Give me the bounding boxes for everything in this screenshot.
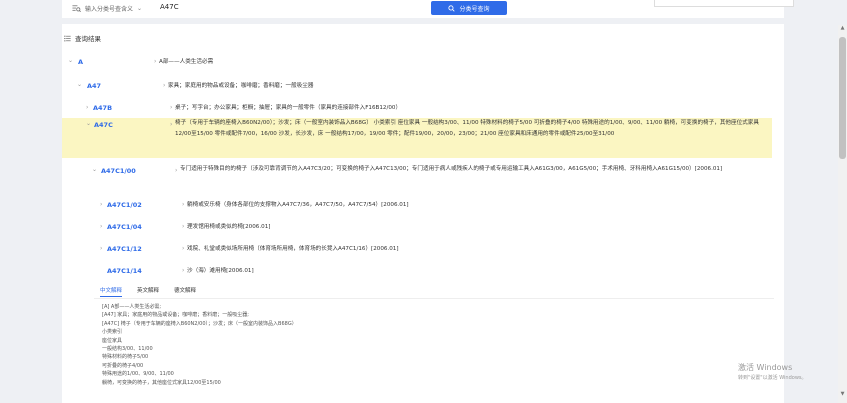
tabs-divider [94,298,774,299]
tree-row-a47c1-02[interactable]: › A47C1/02 › 躺椅或安乐椅（身体各部位的支撑物入A47C7/36，A… [62,197,772,215]
chevron-down-icon[interactable]: ⌄ [92,166,97,173]
tree-desc: 家具；家庭用的物品或设备；咖啡磨；香料磨；一般吸尘器 [168,83,314,89]
tree-row-a47c1-04[interactable]: › A47C1/04 › 理发馆用椅或类似的椅[2006.01] [62,219,772,237]
detail-line: 一般结构3/00、11/00 [102,346,153,353]
detail-line: 躺椅，可变换的椅子，其他座位式家具12/00至15/00 [102,379,221,386]
chevron-right-icon: › [182,267,185,274]
tree-code[interactable]: A47C1/12 [107,245,142,253]
scroll-thumb[interactable] [839,37,846,159]
list-icon [64,35,71,41]
detail-line: [A] A部——人类生活必需; [102,304,162,310]
tree-code[interactable]: A47 [87,82,101,90]
tree-row-a47[interactable]: ⌄ A47 › 家具；家庭用的物品或设备；咖啡磨；香料磨；一般吸尘器 [62,78,772,96]
chevron-right-icon: › [182,201,185,208]
chevron-right-icon[interactable]: › [100,201,102,208]
detail-line: [A47C] 椅子（专用于车辆的座椅入B60N2/00）；沙发；床（一般室内装饰… [102,320,297,327]
chevron-right-icon: › [154,58,157,65]
tree-code[interactable]: A47C1/04 [107,223,142,231]
tree-row-a[interactable]: ⌄ A › A部——人类生活必需 [62,54,772,72]
tab-chinese[interactable]: 中文解释 [100,286,123,297]
chevron-right-icon[interactable]: › [86,104,88,111]
chevron-down-icon[interactable]: ⌄ [68,57,73,64]
scroll-down-arrow-icon[interactable]: ▼ [838,391,847,397]
tree-row-a47c1-00[interactable]: ⌄ A47C1/00 › 专门适用于特殊目的的椅子（涉及可靠背调节的入A47C3… [62,164,772,192]
tree-desc: 椅子（专用于车辆的座椅入B60N2/00）；沙发；床（一般室内装饰品入B68G）… [175,120,759,137]
explanation-detail: [A] A部——人类生活必需; [A47] 家具；家庭用的物品或设备；咖啡磨；香… [102,303,297,387]
detail-line: 特殊用途的1/00、9/00、11/00 [102,371,174,378]
chevron-right-icon: › [170,104,173,111]
tree-code[interactable]: A47C1/14 [107,267,142,275]
tree-desc: 沙（海）滩用椅[2006.01] [187,268,254,274]
detail-line: 可折叠的椅子4/00 [102,362,144,369]
chevron-right-icon: › [182,245,185,252]
search-list-icon [72,4,81,12]
results-title: 查询结果 [64,33,101,43]
classification-type-label: 输入分类号查含义 [85,5,134,13]
watermark-title: 激活 Windows [738,363,793,372]
results-title-text: 查询结果 [75,35,101,43]
results-panel: 查询结果 ⌄ A › A部——人类生活必需 ⌄ A47 › 家具；家庭用的物品或… [62,24,784,403]
tree-row-a47b[interactable]: › A47B › 桌子；写字台；办公家具；柜橱；抽屉；家具的一般零件（家具的连接… [62,100,772,118]
detail-line: 小类索引 [102,329,123,336]
top-right-dropdown [654,0,794,7]
windows-activation-watermark: 激活 Windows 转到"设置"以激活 Windows。 [738,362,807,381]
tree-desc: 专门适用于特殊目的的椅子（涉及可靠背调节的入A47C3/20；可变换的椅子入A4… [180,166,723,172]
detail-line: 座位家具 [102,337,123,344]
search-bar: 输入分类号查含义 ⌄ A47C 分类号查询 [62,0,794,18]
chevron-right-icon: › [170,121,173,128]
chevron-right-icon: › [182,223,185,230]
page-scrollbar[interactable]: ▲ ▼ [838,25,847,403]
tree-code[interactable]: A [78,58,83,66]
explanation-tabs: 中文解释 英文解释 德文解释 [100,286,196,297]
detail-line: 特殊材料的椅子5/00 [102,354,149,361]
tree-code[interactable]: A47C [94,121,113,129]
tree-desc: 戏院、礼堂或类似场所用椅（体育场所用椅，体育场的长凳入A47C1/16）[200… [187,246,399,252]
chevron-down-icon: ⌄ [137,4,143,12]
tree-desc: 理发馆用椅或类似的椅[2006.01] [187,224,271,230]
tree-code[interactable]: A47B [93,104,112,112]
tree-row-a47c[interactable]: ⌄ A47C › 椅子（专用于车辆的座椅入B60N2/00）；沙发；床（一般室内… [62,118,772,158]
chevron-right-icon: › [163,82,166,89]
tree-code[interactable]: A47C1/00 [101,167,136,175]
search-input[interactable]: A47C [160,3,179,11]
search-button-label: 分类号查询 [459,5,490,13]
chevron-down-icon[interactable]: ⌄ [86,120,91,127]
tree-desc: 桌子；写字台；办公家具；柜橱；抽屉；家具的一般零件（家具的连接部件入F16B12… [175,105,402,111]
watermark-subtitle: 转到"设置"以激活 Windows。 [738,375,807,381]
chevron-right-icon[interactable]: › [100,245,102,252]
classification-type-select[interactable]: 输入分类号查含义 ⌄ [72,2,142,14]
tree-desc: A部——人类生活必需 [159,59,214,65]
classification-search-button[interactable]: 分类号查询 [431,1,507,15]
search-icon [448,4,456,12]
chevron-down-icon[interactable]: ⌄ [77,81,82,88]
tab-german[interactable]: 德文解释 [174,286,196,297]
scroll-up-arrow-icon[interactable]: ▲ [838,25,847,31]
tree-code[interactable]: A47C1/02 [107,201,142,209]
chevron-right-icon: › [175,167,178,174]
tree-row-a47c1-12[interactable]: › A47C1/12 › 戏院、礼堂或类似场所用椅（体育场所用椅，体育场的长凳入… [62,241,772,259]
tab-english[interactable]: 英文解释 [137,286,159,297]
chevron-right-icon[interactable]: › [100,223,102,230]
tree-desc: 躺椅或安乐椅（身体各部位的支撑物入A47C7/36，A47C7/50，A47C7… [187,202,409,208]
detail-line: [A47] 家具；家庭用的物品或设备；咖啡磨；香料磨；一般吸尘器; [102,312,249,319]
tree-row-a47c1-14[interactable]: A47C1/14 › 沙（海）滩用椅[2006.01] [62,263,772,281]
